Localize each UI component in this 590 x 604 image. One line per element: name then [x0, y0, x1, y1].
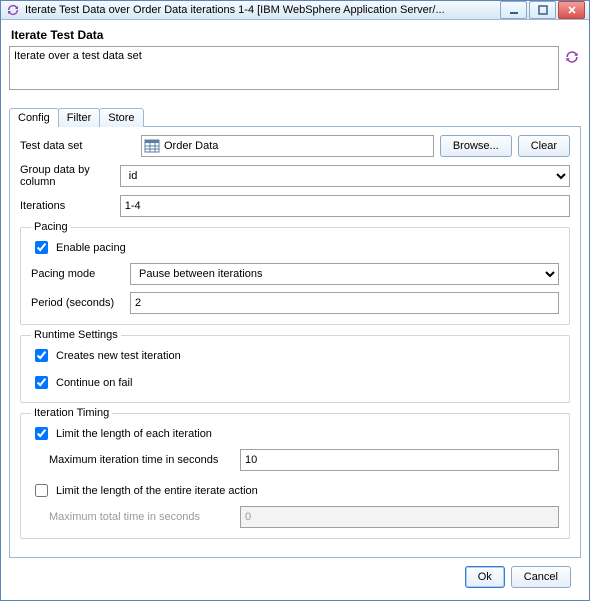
timing-legend: Iteration Timing [31, 407, 112, 419]
cancel-button[interactable]: Cancel [511, 566, 571, 588]
test-data-set-label: Test data set [20, 140, 135, 152]
limit-total-row: Limit the length of the entire iterate a… [31, 481, 559, 500]
test-data-set-value: Order Data [164, 140, 218, 152]
enable-pacing-row: Enable pacing [31, 238, 559, 257]
pacing-mode-select[interactable]: Pause between iterations [130, 263, 559, 285]
max-each-label: Maximum iteration time in seconds [49, 454, 234, 466]
test-data-set-field[interactable]: Order Data [141, 135, 434, 157]
row-period: Period (seconds) [31, 292, 559, 314]
tab-filter[interactable]: Filter [58, 108, 100, 127]
dataset-icon [144, 138, 160, 154]
clear-button[interactable]: Clear [518, 135, 570, 157]
tab-store[interactable]: Store [99, 108, 143, 127]
window-title: Iterate Test Data over Order Data iterat… [25, 4, 500, 16]
max-each-row: Maximum iteration time in seconds [49, 449, 559, 471]
pacing-legend: Pacing [31, 221, 71, 233]
continue-on-fail-label: Continue on fail [56, 377, 132, 389]
browse-button[interactable]: Browse... [440, 135, 512, 157]
new-iteration-checkbox[interactable] [35, 349, 48, 362]
refresh-icon[interactable] [563, 48, 581, 66]
group-by-select[interactable]: id [120, 165, 570, 187]
tab-panel-config: Test data set Order Data Browse... Clear [9, 126, 581, 558]
max-total-input [240, 506, 559, 528]
window-controls [500, 1, 585, 19]
limit-each-label: Limit the length of each iteration [56, 428, 212, 440]
runtime-legend: Runtime Settings [31, 329, 121, 341]
fieldset-timing: Iteration Timing Limit the length of eac… [20, 413, 570, 539]
pacing-mode-label: Pacing mode [31, 268, 124, 280]
enable-pacing-label: Enable pacing [56, 242, 126, 254]
continue-on-fail-row: Continue on fail [31, 373, 559, 392]
enable-pacing-checkbox[interactable] [35, 241, 48, 254]
row-pacing-mode: Pacing mode Pause between iterations [31, 263, 559, 285]
fieldset-runtime: Runtime Settings Creates new test iterat… [20, 335, 570, 403]
tab-config[interactable]: Config [9, 108, 59, 127]
limit-total-checkbox[interactable] [35, 484, 48, 497]
description-row [9, 46, 581, 90]
row-test-data-set: Test data set Order Data Browse... Clear [20, 135, 570, 157]
minimize-button[interactable] [500, 1, 527, 19]
titlebar[interactable]: Iterate Test Data over Order Data iterat… [1, 1, 589, 20]
fieldset-pacing: Pacing Enable pacing Pacing mode Pause b… [20, 227, 570, 325]
dialog-heading: Iterate Test Data [11, 28, 581, 42]
dialog-window: Iterate Test Data over Order Data iterat… [0, 0, 590, 601]
max-total-label: Maximum total time in seconds [49, 511, 234, 523]
iterations-input[interactable] [120, 195, 570, 217]
limit-total-label: Limit the length of the entire iterate a… [56, 485, 258, 497]
max-each-input[interactable] [240, 449, 559, 471]
row-group-by: Group data by column id [20, 164, 570, 188]
iterations-label: Iterations [20, 200, 114, 212]
period-label: Period (seconds) [31, 297, 124, 309]
iterate-app-icon [5, 2, 21, 18]
maximize-button[interactable] [529, 1, 556, 19]
limit-each-row: Limit the length of each iteration [31, 424, 559, 443]
tab-strip: Config Filter Store [9, 108, 581, 127]
continue-on-fail-checkbox[interactable] [35, 376, 48, 389]
new-iteration-label: Creates new test iteration [56, 350, 181, 362]
row-iterations: Iterations [20, 195, 570, 217]
limit-each-checkbox[interactable] [35, 427, 48, 440]
description-input[interactable] [9, 46, 559, 90]
close-button[interactable] [558, 1, 585, 19]
group-by-label: Group data by column [20, 164, 114, 188]
dialog-footer: Ok Cancel [9, 558, 581, 596]
period-input[interactable] [130, 292, 559, 314]
new-iteration-row: Creates new test iteration [31, 346, 559, 365]
dialog-content: Iterate Test Data Config Filter Store Te… [1, 20, 589, 604]
ok-button[interactable]: Ok [465, 566, 505, 588]
max-total-row: Maximum total time in seconds [49, 506, 559, 528]
